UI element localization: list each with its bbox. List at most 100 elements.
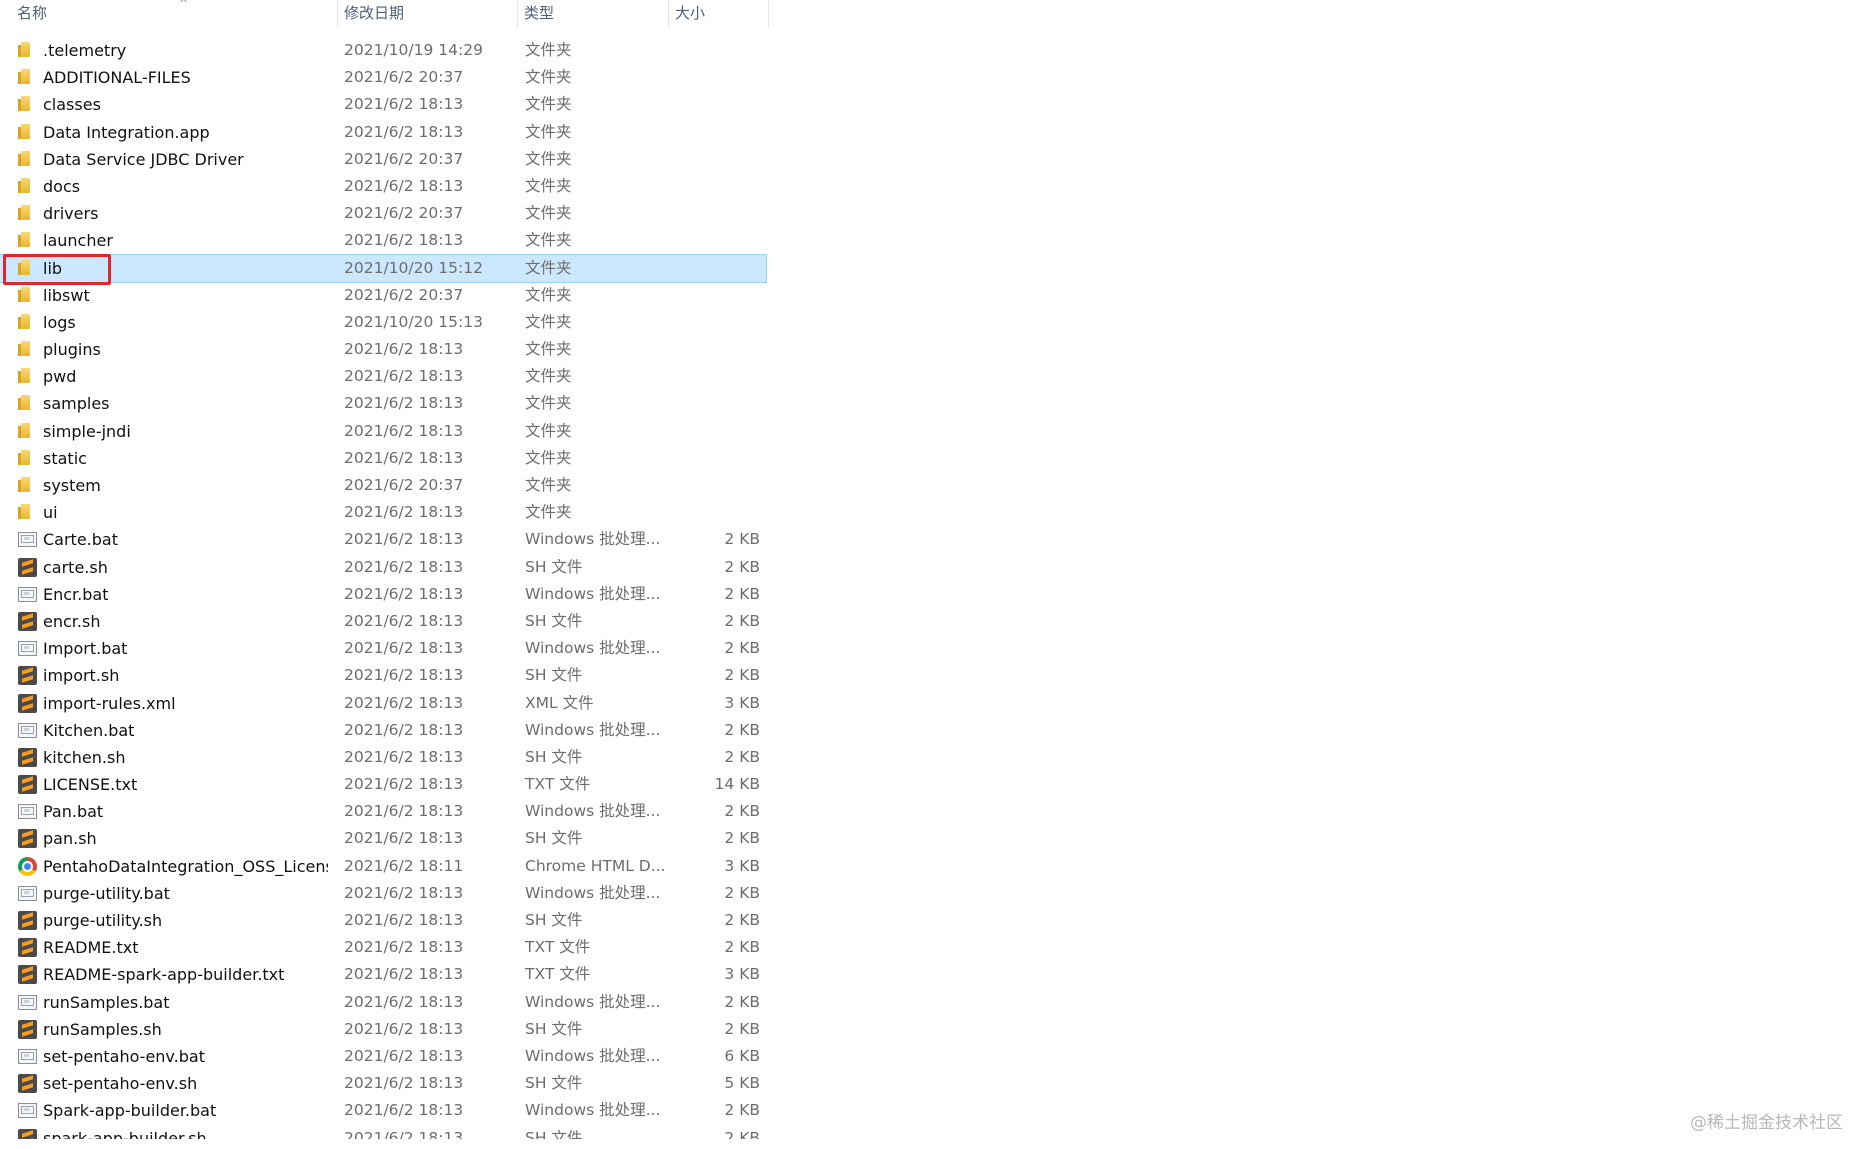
file-row[interactable]: Spark-app-builder.bat 2021/6/2 18:13 Windo… (0, 1097, 766, 1124)
file-type: TXT 文件 (525, 775, 591, 794)
file-name: logs (43, 312, 76, 332)
file-type: 文件夹 (525, 258, 572, 277)
file-row[interactable]: kitchen.sh 2021/6/2 18:13 SH 文件 2 KB (0, 744, 766, 771)
file-row[interactable]: Carte.bat 2021/6/2 18:13 Windows 批处理... 2 K… (0, 526, 766, 553)
file-name: set-pentaho-env.bat (43, 1046, 205, 1066)
folder-icon (18, 394, 37, 413)
file-row[interactable]: import-rules.xml 2021/6/2 18:13 XML 文件 3 KB (0, 690, 766, 717)
file-size: 2 KB (724, 883, 760, 902)
file-row[interactable]: Data Integration.app 2021/6/2 18:13 文件夹 (0, 119, 766, 146)
file-name: system (43, 476, 101, 495)
file-type: Windows 批处理... (525, 530, 661, 549)
file-name: simple-jndi (43, 421, 131, 441)
file-date: 2021/6/2 18:13 (344, 829, 464, 848)
file-date: 2021/6/2 20:37 (344, 68, 464, 87)
file-name: LICENSE.txt (43, 775, 138, 795)
file-name: Data Service JDBC Driver (43, 149, 244, 169)
bat-file-icon (18, 994, 37, 1010)
file-row[interactable]: README-spark-app-builder.txt 2021/6/2 18:… (0, 961, 766, 988)
file-size: 2 KB (724, 611, 760, 630)
file-date: 2021/6/2 18:11 (344, 856, 464, 875)
file-type: TXT 文件 (525, 965, 591, 984)
folder-icon (18, 449, 37, 468)
file-date: 2021/6/2 18:13 (344, 965, 464, 984)
file-name: runSamples.sh (43, 1019, 162, 1039)
file-row[interactable]: system 2021/6/2 20:37 文件夹 (0, 472, 766, 499)
file-row[interactable]: encr.sh 2021/6/2 18:13 SH 文件 2 KB (0, 608, 766, 635)
file-row[interactable]: libswt 2021/6/2 20:37 文件夹 (0, 282, 766, 309)
file-row[interactable]: ui 2021/6/2 18:13 文件夹 (0, 499, 766, 526)
bat-file-icon (18, 532, 37, 548)
file-row[interactable]: docs 2021/6/2 18:13 文件夹 (0, 173, 766, 200)
file-date: 2021/6/2 18:13 (344, 421, 464, 440)
file-row[interactable]: Kitchen.bat 2021/6/2 18:13 Windows 批处理... 2… (0, 717, 766, 744)
file-name: plugins (43, 340, 101, 360)
file-size: 2 KB (724, 1101, 760, 1120)
file-date: 2021/6/2 18:13 (344, 584, 464, 603)
file-row[interactable]: import.sh 2021/6/2 18:13 SH 文件 2 KB (0, 662, 766, 689)
file-row[interactable]: samples 2021/6/2 18:13 文件夹 (0, 390, 766, 417)
file-type: 文件夹 (525, 421, 572, 440)
column-header-name[interactable]: 名称 ^ (11, 0, 337, 28)
file-name: Data Integration.app (43, 122, 210, 142)
file-row[interactable]: launcher 2021/6/2 18:13 文件夹 (0, 227, 766, 254)
file-row[interactable]: runSamples.bat 2021/6/2 18:13 Windows 批处理.… (0, 989, 766, 1016)
sublime-file-icon (18, 965, 37, 985)
file-type: TXT 文件 (525, 938, 591, 957)
bat-file-icon (18, 804, 37, 820)
file-explorer-list-view: 名称 ^ 修改日期 类型 大小 .telemetry 2021/10/19 14:… (0, 0, 1873, 1149)
file-row[interactable]: pan.sh 2021/6/2 18:13 SH 文件 2 KB (0, 825, 766, 852)
file-date: 2021/10/20 15:12 (344, 258, 483, 277)
file-row[interactable]: pwd 2021/6/2 18:13 文件夹 (0, 363, 766, 390)
file-row[interactable]: set-pentaho-env.sh 2021/6/2 18:13 SH 文件 5 K… (0, 1070, 766, 1097)
file-type: 文件夹 (525, 68, 572, 87)
file-row[interactable]: carte.sh 2021/6/2 18:13 SH 文件 2 KB (0, 554, 766, 581)
file-date: 2021/6/2 18:13 (344, 1019, 464, 1038)
file-row[interactable]: .telemetry 2021/10/19 14:29 文件夹 (0, 37, 766, 64)
file-row[interactable]: drivers 2021/6/2 20:37 文件夹 (0, 200, 766, 227)
chrome-file-icon (18, 856, 37, 876)
file-row[interactable]: static 2021/6/2 18:13 文件夹 (0, 445, 766, 472)
file-row[interactable]: LICENSE.txt 2021/6/2 18:13 TXT 文件 14 KB (0, 771, 766, 798)
file-row[interactable]: set-pentaho-env.bat 2021/6/2 18:13 Windows… (0, 1043, 766, 1070)
file-row[interactable]: lib 2021/10/20 15:12 文件夹 (0, 253, 767, 283)
file-row[interactable]: Data Service JDBC Driver 2021/6/2 20:37 文件… (0, 146, 766, 173)
folder-icon (18, 150, 37, 169)
folder-icon (18, 95, 37, 114)
file-row[interactable]: PentahoDataIntegration_OSS_Licens... 2021… (0, 853, 766, 880)
file-list: .telemetry 2021/10/19 14:29 文件夹 ADDITIONAL-… (0, 37, 770, 1149)
file-name: Encr.bat (43, 584, 109, 604)
file-row[interactable]: logs 2021/10/20 15:13 文件夹 (0, 309, 766, 336)
file-row[interactable]: plugins 2021/6/2 18:13 文件夹 (0, 336, 766, 363)
column-header-type[interactable]: 类型 (517, 0, 668, 28)
file-row[interactable]: purge-utility.bat 2021/6/2 18:13 Windows 批… (0, 880, 766, 907)
file-row[interactable]: Import.bat 2021/6/2 18:13 Windows 批处理... 2 … (0, 635, 766, 662)
file-type: 文件夹 (525, 41, 572, 59)
column-header-size[interactable]: 大小 (668, 0, 769, 28)
file-date: 2021/6/2 18:13 (344, 367, 464, 386)
sublime-file-icon (18, 557, 37, 577)
file-size: 3 KB (724, 965, 760, 984)
file-date: 2021/6/2 18:13 (344, 122, 464, 141)
file-date: 2021/6/2 18:13 (344, 340, 464, 359)
file-row[interactable]: classes 2021/6/2 18:13 文件夹 (0, 91, 766, 118)
file-date: 2021/10/19 14:29 (344, 41, 483, 59)
file-row[interactable]: Pan.bat 2021/6/2 18:13 Windows 批处理... 2 KB (0, 798, 766, 825)
sublime-file-icon (18, 1074, 37, 1094)
folder-icon (18, 313, 37, 332)
file-row[interactable]: Encr.bat 2021/6/2 18:13 Windows 批处理... 2 KB (0, 581, 766, 608)
file-date: 2021/6/2 18:13 (344, 95, 464, 114)
file-type: Windows 批处理... (525, 883, 661, 902)
file-name: docs (43, 176, 81, 196)
file-row[interactable]: ADDITIONAL-FILES 2021/6/2 20:37 文件夹 (0, 64, 766, 91)
column-header-date[interactable]: 修改日期 (337, 0, 517, 28)
file-date: 2021/6/2 18:13 (344, 639, 464, 658)
file-row[interactable]: purge-utility.sh 2021/6/2 18:13 SH 文件 2 KB (0, 907, 766, 934)
file-row[interactable]: simple-jndi 2021/6/2 18:13 文件夹 (0, 418, 766, 445)
file-date: 2021/6/2 18:13 (344, 448, 464, 467)
file-row[interactable]: runSamples.sh 2021/6/2 18:13 SH 文件 2 KB (0, 1016, 766, 1043)
file-type: XML 文件 (525, 693, 594, 712)
file-type: Windows 批处理... (525, 1046, 661, 1065)
file-date: 2021/10/20 15:13 (344, 312, 483, 331)
file-row[interactable]: README.txt 2021/6/2 18:13 TXT 文件 2 KB (0, 934, 766, 961)
